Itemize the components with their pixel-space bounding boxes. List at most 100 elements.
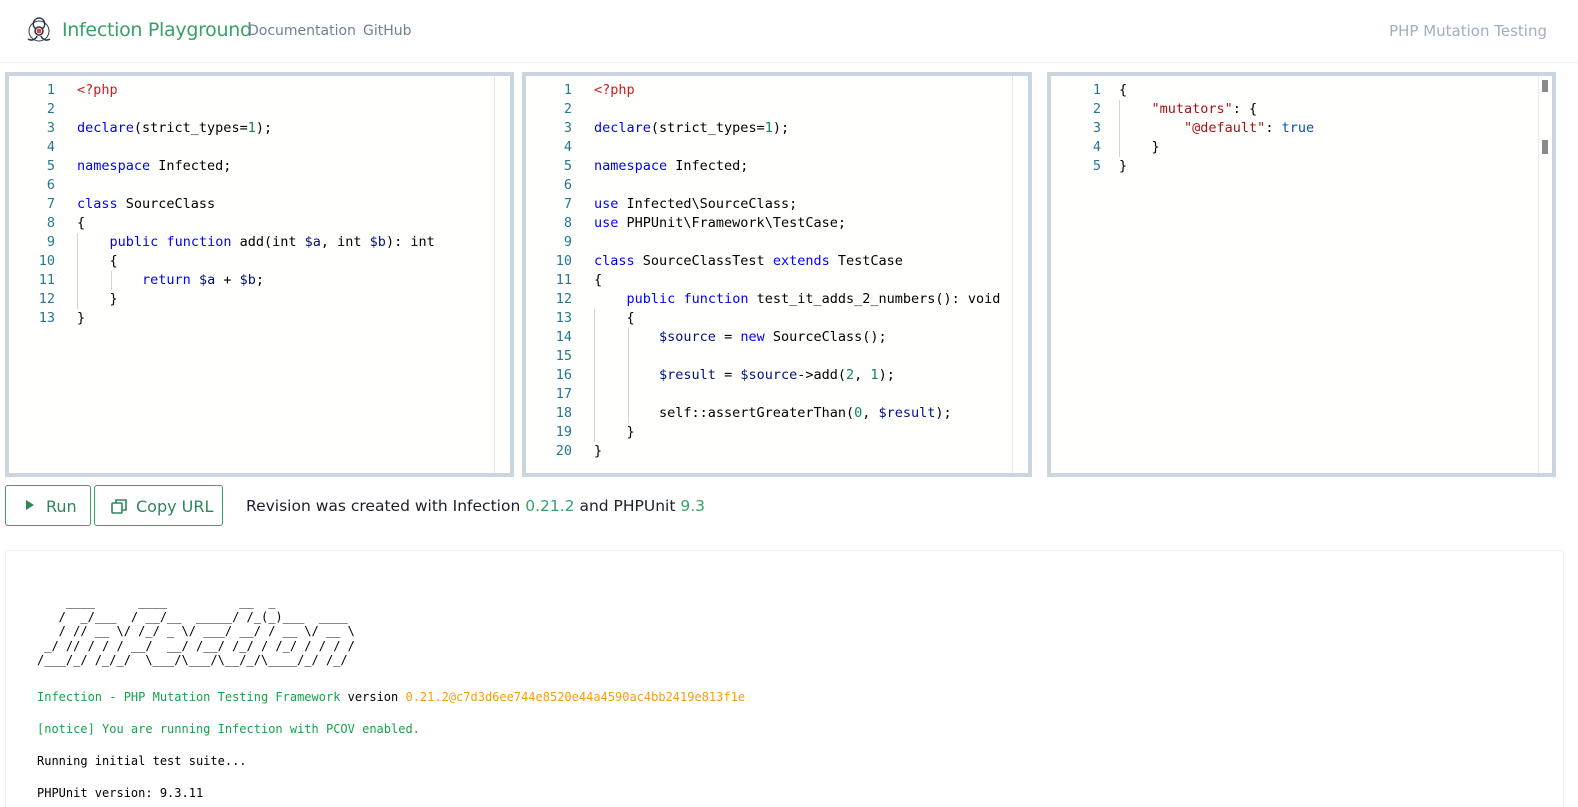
code-line[interactable]: 19 } bbox=[526, 423, 1012, 442]
line-text[interactable]: declare(strict_types=1); bbox=[594, 119, 789, 138]
code-token: { bbox=[77, 253, 118, 269]
line-number: 3 bbox=[46, 120, 55, 136]
copy-url-button[interactable]: Copy URL bbox=[94, 485, 223, 526]
line-text[interactable]: namespace Infected; bbox=[594, 157, 748, 176]
framework-version-line: Infection - PHP Mutation Testing Framewo… bbox=[37, 690, 745, 704]
line-text[interactable]: public function test_it_adds_2_numbers()… bbox=[594, 290, 1001, 309]
editor-lines[interactable]: 1 <?php 2 3 declare(strict_types=1); 4 5 namesp… bbox=[9, 81, 494, 473]
code-line[interactable]: 11 return $a + $b; bbox=[9, 271, 494, 290]
line-text[interactable]: } bbox=[77, 309, 85, 328]
code-token: } bbox=[1119, 139, 1160, 155]
code-line[interactable]: 11 { bbox=[526, 271, 1012, 290]
line-text[interactable]: declare(strict_types=1); bbox=[77, 119, 272, 138]
code-line[interactable]: 5} bbox=[1051, 157, 1538, 176]
source-code-editor[interactable]: 1 <?php 2 3 declare(strict_types=1); 4 5 namesp… bbox=[5, 72, 514, 477]
line-text[interactable]: } bbox=[1119, 157, 1127, 176]
line-number: 6 bbox=[563, 177, 572, 193]
code-line[interactable]: 5 namespace Infected; bbox=[9, 157, 494, 176]
nav-documentation-link[interactable]: Documentation bbox=[248, 23, 356, 39]
brand-title[interactable]: Infection Playground bbox=[62, 19, 252, 41]
line-text[interactable]: { bbox=[594, 309, 635, 328]
line-text[interactable]: use Infected\SourceClass; bbox=[594, 195, 797, 214]
code-line[interactable]: 1{ bbox=[1051, 81, 1538, 100]
code-token: function bbox=[166, 234, 232, 250]
code-line[interactable]: 3 declare(strict_types=1); bbox=[9, 119, 494, 138]
code-line[interactable]: 8 use PHPUnit\Framework\TestCase; bbox=[526, 214, 1012, 233]
line-text[interactable]: { bbox=[1119, 81, 1127, 100]
line-text[interactable]: { bbox=[77, 252, 118, 271]
nav-github-link[interactable]: GitHub bbox=[363, 23, 412, 39]
code-line[interactable]: 3 "@default": true bbox=[1051, 119, 1538, 138]
line-text[interactable]: public function add(int $a, int $b): int bbox=[77, 233, 435, 252]
code-line[interactable]: 20} bbox=[526, 442, 1012, 461]
code-line[interactable]: 17 bbox=[526, 385, 1012, 404]
code-line[interactable]: 4 bbox=[9, 138, 494, 157]
code-line[interactable]: 12 public function test_it_adds_2_number… bbox=[526, 290, 1012, 309]
config-json-editor[interactable]: 1{2 "mutators": {3 "@default": true 4 } 5} bbox=[1047, 72, 1556, 477]
code-token: } bbox=[77, 291, 118, 307]
phpunit-version[interactable]: 9.3 bbox=[680, 497, 705, 515]
code-line[interactable]: 10 { bbox=[9, 252, 494, 271]
code-token: { bbox=[1119, 82, 1128, 98]
code-line[interactable]: 7 class SourceClass bbox=[9, 195, 494, 214]
code-line[interactable]: 6 bbox=[526, 176, 1012, 195]
line-text[interactable]: use PHPUnit\Framework\TestCase; bbox=[594, 214, 846, 233]
code-line[interactable]: 1 <?php bbox=[9, 81, 494, 100]
infection-version[interactable]: 0.21.2 bbox=[525, 497, 574, 515]
line-text[interactable]: $source = new SourceClass(); bbox=[594, 328, 887, 347]
line-number: 1 bbox=[46, 82, 55, 98]
code-line[interactable]: 7 use Infected\SourceClass; bbox=[526, 195, 1012, 214]
line-number: 2 bbox=[46, 101, 55, 117]
line-text[interactable]: <?php bbox=[77, 81, 118, 100]
code-line[interactable]: 2 bbox=[526, 100, 1012, 119]
line-text[interactable]: } bbox=[77, 290, 118, 309]
line-text[interactable]: $result = $source->add(2, 1); bbox=[594, 366, 895, 385]
code-line[interactable]: 6 bbox=[9, 176, 494, 195]
code-token: } bbox=[594, 443, 603, 459]
code-line[interactable]: 4 } bbox=[1051, 138, 1538, 157]
code-line[interactable]: 2 "mutators": { bbox=[1051, 100, 1538, 119]
code-line[interactable]: 14 $source = new SourceClass(); bbox=[526, 328, 1012, 347]
line-text[interactable]: "@default": true bbox=[1119, 119, 1314, 138]
editor-lines[interactable]: 1{2 "mutators": {3 "@default": true 4 } 5} bbox=[1051, 81, 1538, 473]
vertical-scrollbar[interactable] bbox=[1012, 76, 1028, 473]
run-button[interactable]: Run bbox=[5, 485, 91, 526]
line-text[interactable]: } bbox=[1119, 138, 1160, 157]
line-text[interactable]: class SourceClassTest extends TestCase bbox=[594, 252, 903, 271]
vertical-scrollbar[interactable] bbox=[1538, 76, 1552, 473]
line-text[interactable]: <?php bbox=[594, 81, 635, 100]
biohazard-logo-icon[interactable] bbox=[24, 15, 54, 45]
code-line[interactable]: 1 <?php bbox=[526, 81, 1012, 100]
code-line[interactable]: 10 class SourceClassTest extends TestCase bbox=[526, 252, 1012, 271]
line-text[interactable]: } bbox=[594, 442, 602, 461]
line-text[interactable]: class SourceClass bbox=[77, 195, 215, 214]
code-token: $source bbox=[740, 367, 798, 383]
code-token: ->add( bbox=[797, 367, 847, 383]
vertical-scrollbar[interactable] bbox=[494, 76, 510, 473]
line-text[interactable]: self::assertGreaterThan(0, $result); bbox=[594, 404, 952, 423]
code-line[interactable]: 12 } bbox=[9, 290, 494, 309]
line-text[interactable]: } bbox=[594, 423, 635, 442]
scrollbar-thumb[interactable] bbox=[1542, 80, 1548, 92]
code-line[interactable]: 15 bbox=[526, 347, 1012, 366]
line-text[interactable]: return $a + $b; bbox=[77, 271, 264, 290]
code-token: $a bbox=[198, 272, 216, 288]
line-text[interactable]: { bbox=[77, 214, 85, 233]
code-line[interactable]: 18 self::assertGreaterThan(0, $result); bbox=[526, 404, 1012, 423]
code-line[interactable]: 8{ bbox=[9, 214, 494, 233]
test-code-editor[interactable]: 1 <?php 2 3 declare(strict_types=1); 4 5 namesp… bbox=[522, 72, 1032, 477]
code-line[interactable]: 16 $result = $source->add(2, 1); bbox=[526, 366, 1012, 385]
code-line[interactable]: 5 namespace Infected; bbox=[526, 157, 1012, 176]
code-line[interactable]: 3 declare(strict_types=1); bbox=[526, 119, 1012, 138]
line-text[interactable]: "mutators": { bbox=[1119, 100, 1258, 119]
editor-lines[interactable]: 1 <?php 2 3 declare(strict_types=1); 4 5 namesp… bbox=[526, 81, 1012, 473]
code-line[interactable]: 9 bbox=[526, 233, 1012, 252]
code-line[interactable]: 4 bbox=[526, 138, 1012, 157]
line-text[interactable]: namespace Infected; bbox=[77, 157, 231, 176]
code-line[interactable]: 13} bbox=[9, 309, 494, 328]
line-text[interactable]: { bbox=[594, 271, 602, 290]
code-line[interactable]: 13 { bbox=[526, 309, 1012, 328]
code-line[interactable]: 2 bbox=[9, 100, 494, 119]
code-line[interactable]: 9 public function add(int $a, int $b): i… bbox=[9, 233, 494, 252]
